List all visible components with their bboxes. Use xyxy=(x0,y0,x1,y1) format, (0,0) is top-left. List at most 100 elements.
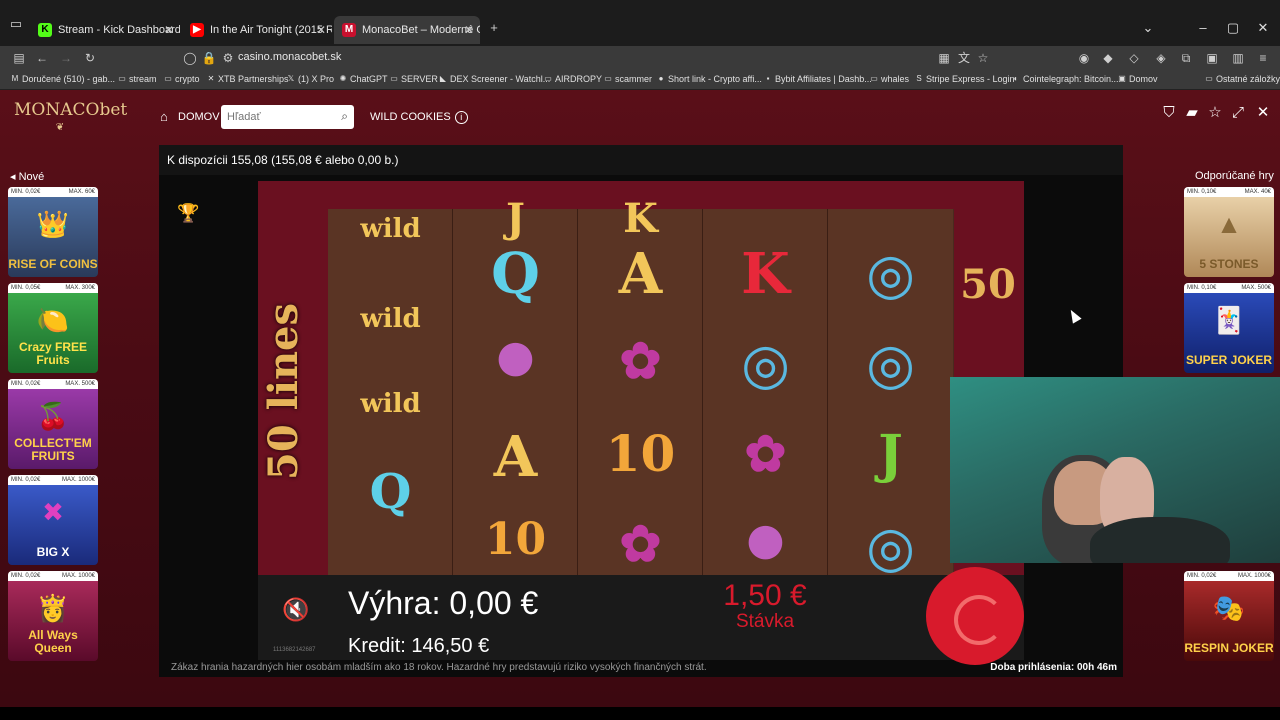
bookmark-item[interactable]: ✕ XTB Partnerships xyxy=(206,74,289,84)
url-field[interactable]: casino.monacobet.sk xyxy=(238,51,341,63)
sidebar-toggle-icon[interactable]: ▤ xyxy=(10,50,28,66)
lock-icon[interactable]: 🔒 xyxy=(200,50,218,66)
folder-icon: ▭ xyxy=(544,74,552,83)
extension-icon[interactable]: ▥ xyxy=(1229,50,1247,66)
translate-icon[interactable]: 文 xyxy=(955,50,973,66)
thumb-limits: MIN. 0,10€ MAX. 500€ xyxy=(1184,283,1274,293)
login-time: Doba prihlásenia: 00h 46m xyxy=(990,662,1117,673)
bookmark-item[interactable]: S Stripe Express - Login xyxy=(914,74,1014,84)
mute-icon[interactable]: 🔇 xyxy=(282,597,309,623)
monacobet-logo[interactable]: MONACObet ❦ xyxy=(14,100,127,138)
game-thumb-5-stones[interactable]: MIN. 0,10€ MAX. 40€ ▲ 5 STONES xyxy=(1184,187,1274,277)
account-icon[interactable]: ◉ xyxy=(1075,50,1093,66)
thumb-limits: MIN. 0,02€ MAX. 1000€ xyxy=(1184,571,1274,581)
game-thumb-crazy-free-fruits[interactable]: MIN. 0,05€ MAX. 300€ 🍋 Crazy FREE Fruits xyxy=(8,283,98,373)
search-input[interactable] xyxy=(227,105,332,129)
j-symbol: J xyxy=(506,195,525,242)
game-title: RESPIN JOKER xyxy=(1184,641,1274,655)
close-icon[interactable]: ✕ xyxy=(1254,104,1272,122)
thumb-limits: MIN. 0,02€ MAX. 1000€ xyxy=(8,571,98,581)
bookmark-item[interactable]: ● Short link - Crypto affi... xyxy=(656,74,762,84)
dexscreener-icon: ◣ xyxy=(439,74,447,83)
info-icon[interactable]: i xyxy=(454,111,468,124)
trophy-icon[interactable]: 🏆 xyxy=(177,203,199,224)
balance-line: K dispozícii 155,08 (155,08 € alebo 0,00… xyxy=(159,145,1123,175)
bookmark-item[interactable]: ◐ Cointelegraph: Bitcoin... xyxy=(1011,74,1119,84)
tab-label: MonacoBet – Moderné Onl xyxy=(362,24,480,36)
tab-youtube[interactable]: ▶ In the Air Tonight (2015 Re ✕ xyxy=(182,16,332,44)
fullscreen-icon[interactable]: ⤢ xyxy=(1229,104,1247,122)
slot-machine[interactable]: 50 lines 50 wild wild wild Q J Q ● A 10 xyxy=(258,181,1024,575)
game-title: All Ways Queen xyxy=(28,628,78,655)
reel-1: wild wild wild Q xyxy=(328,209,453,575)
left-section-header[interactable]: ◂ Nové xyxy=(10,170,44,183)
bookmark-folder[interactable]: ▭ SERVER xyxy=(389,74,438,84)
extension-icon[interactable]: ◇ xyxy=(1125,50,1143,66)
bookmark-folder[interactable]: ▭ AIRDROPY xyxy=(543,74,602,84)
close-icon[interactable]: ✕ xyxy=(164,16,174,44)
game-thumb-all-ways-queen[interactable]: MIN. 0,02€ MAX. 1000€ 👸 All Ways Queen xyxy=(8,571,98,661)
back-icon[interactable]: ← xyxy=(33,50,51,66)
game-thumb-respin-joker[interactable]: MIN. 0,02€ MAX. 1000€ 🎭 RESPIN JOKER xyxy=(1184,571,1274,661)
tab-search-icon[interactable]: ⌄ xyxy=(1133,16,1163,40)
reload-icon[interactable]: ↻ xyxy=(81,50,99,66)
bookmark-folder[interactable]: ▭ stream xyxy=(117,74,156,84)
queen-icon: 👸 xyxy=(36,593,70,623)
close-window-icon[interactable]: ✕ xyxy=(1248,16,1278,40)
game-thumb-super-joker[interactable]: MIN. 0,10€ MAX. 500€ 🃏 SUPER JOKER xyxy=(1184,283,1274,373)
wallet-icon[interactable]: ▰ xyxy=(1183,104,1201,122)
bookmark-item[interactable]: ▪ Bybit Affiliates | Dashb... xyxy=(763,74,872,84)
bookmark-item[interactable]: 𝕏 (1) X Pro xyxy=(286,74,334,84)
bookmark-folder[interactable]: ▭ crypto xyxy=(163,74,199,84)
bookmark-item[interactable]: ◣ DEX Screener - Watchl... xyxy=(438,74,550,84)
maximize-icon[interactable]: ▢ xyxy=(1218,16,1248,40)
close-icon[interactable]: ✕ xyxy=(316,16,326,44)
spin-button[interactable] xyxy=(926,567,1024,665)
search-box[interactable]: ⌕ xyxy=(221,105,354,129)
reader-icon[interactable]: ▦ xyxy=(935,50,953,66)
star-icon[interactable]: ☆ xyxy=(974,50,992,66)
shield-icon[interactable]: ◯ xyxy=(181,50,199,66)
bookmark-folder[interactable]: ▭ Ostatné záložky xyxy=(1204,74,1280,84)
extension-icon[interactable]: ◆ xyxy=(1099,50,1117,66)
site-settings-icon[interactable]: ⚙ xyxy=(219,50,237,66)
round-id: 1113682142687 xyxy=(273,647,316,653)
shield-icon[interactable]: ⛉ xyxy=(1160,104,1178,122)
wild-symbol: wild xyxy=(360,304,421,334)
bybit-icon: ▪ xyxy=(766,74,770,83)
minimize-icon[interactable]: – xyxy=(1188,16,1218,40)
close-icon[interactable]: ✕ xyxy=(464,16,474,44)
game-thumb-rise-of-coins[interactable]: MIN. 0,02€ MAX. 60€ 👑 RISE OF COINS xyxy=(8,187,98,277)
thumb-limits: MIN. 0,02€ MAX. 500€ xyxy=(8,379,98,389)
new-tab-icon[interactable]: + xyxy=(486,20,502,36)
folder-icon: ▭ xyxy=(604,74,612,83)
tab-monacobet[interactable]: M MonacoBet – Moderné Onl ✕ xyxy=(334,16,480,44)
game-thumb-big-x[interactable]: MIN. 0,02€ MAX. 1000€ ✖ BIG X xyxy=(8,475,98,565)
flower-symbol: ✿ xyxy=(619,514,662,573)
forward-icon[interactable]: → xyxy=(57,50,75,66)
bookmark-item[interactable]: M Doručené (510) - gab... xyxy=(10,74,115,84)
wild-cookies-link[interactable]: WILD COOKIES i xyxy=(370,110,468,124)
win-label: Výhra: 0,00 € xyxy=(348,585,539,621)
star-icon[interactable]: ☆ xyxy=(1206,104,1224,122)
extension-icon[interactable]: ◈ xyxy=(1152,50,1170,66)
extension-icon[interactable]: ▣ xyxy=(1203,50,1221,66)
bookmark-item[interactable]: ▣ Domov xyxy=(1117,74,1157,84)
bookmark-folder[interactable]: ▭ scammer xyxy=(603,74,652,84)
thumb-limits: MIN. 0,10€ MAX. 40€ xyxy=(1184,187,1274,197)
flower-symbol: ✿ xyxy=(619,331,662,390)
youtube-favicon-icon: ▶ xyxy=(190,23,204,37)
menu-icon[interactable]: ≡ xyxy=(1254,50,1272,66)
stake-value[interactable]: 1,50 € xyxy=(720,579,810,613)
game-title: 5 STONES xyxy=(1199,257,1259,271)
nav-home[interactable]: ⌂ DOMOV xyxy=(160,110,220,124)
tab-actions-icon[interactable]: ▭ xyxy=(8,16,24,32)
crown-icon: 👑 xyxy=(36,209,70,239)
game-thumb-collectem-fruits[interactable]: MIN. 0,02€ MAX. 500€ 🍒 COLLECT'EM FRUITS xyxy=(8,379,98,469)
k-symbol: K xyxy=(741,241,790,307)
extensions-icon[interactable]: ⧉ xyxy=(1177,50,1195,66)
bookmark-item[interactable]: ✺ ChatGPT xyxy=(338,74,388,84)
search-icon[interactable]: ⌕ xyxy=(341,109,348,124)
tab-kick[interactable]: K Stream - Kick Dashboard ✕ xyxy=(30,16,180,44)
bookmark-folder[interactable]: ▭ whales xyxy=(869,74,909,84)
